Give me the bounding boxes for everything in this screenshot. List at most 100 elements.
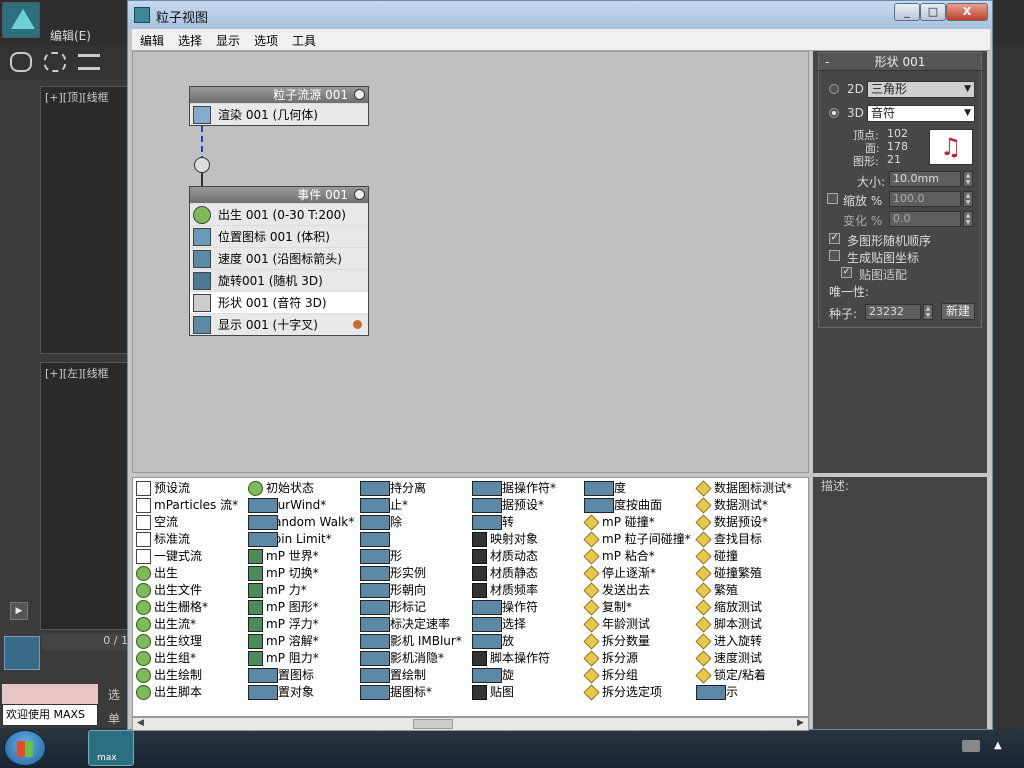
event-input-socket[interactable] (194, 157, 210, 173)
viewport-left[interactable]: [+][左][线框 (40, 362, 130, 630)
scale-checkbox[interactable] (827, 193, 838, 204)
depot-item[interactable]: 保持分离 (359, 480, 462, 497)
op-speed[interactable]: 速度 001 (沿图标箭头) (190, 247, 368, 269)
depot-item[interactable]: 复制* (583, 599, 691, 616)
keyboard-icon[interactable] (962, 740, 980, 752)
depot-item[interactable]: mP 粒子间碰撞* (583, 531, 691, 548)
depot-item[interactable]: 标准流 (135, 531, 238, 548)
depot-item[interactable]: 碰撞繁殖 (695, 565, 792, 582)
depot-item[interactable]: mP 力* (247, 582, 354, 599)
depot-item[interactable]: 摄影机消隐* (359, 650, 462, 667)
bulb-icon[interactable] (354, 189, 365, 200)
menu-select[interactable]: 选择 (178, 32, 202, 49)
viewport-layout-icon[interactable] (4, 636, 40, 670)
event-display-canvas[interactable]: 粒子流源 001 渲染 001 (几何体) 事件 001 出生 001 (0-3… (132, 51, 809, 473)
depot-item[interactable]: 脚本测试 (695, 616, 792, 633)
depot-item[interactable]: 进入旋转 (695, 633, 792, 650)
depot-item[interactable]: 位置对象 (247, 684, 354, 701)
maximize-button[interactable]: □ (920, 3, 946, 21)
depot-item[interactable]: 出生脚本 (135, 684, 238, 701)
window-titlebar[interactable]: 粒子视图 _ □ X (128, 1, 992, 29)
shape-2d-select[interactable]: 三角形 ▼ (867, 81, 975, 98)
depot-item[interactable]: 脚本操作符 (471, 650, 556, 667)
depot-item[interactable]: 数据预设* (471, 497, 556, 514)
menu-edit[interactable]: 编辑 (140, 32, 164, 49)
depot-item[interactable]: Random Walk* (247, 514, 354, 531)
maxscript-mini-listener[interactable]: 欢迎使用 MAXS (2, 704, 98, 726)
multi-random-checkbox[interactable]: ✓ (829, 233, 840, 244)
depot-item[interactable]: 出生流* (135, 616, 238, 633)
depot-item[interactable]: 出生组* (135, 650, 238, 667)
depot-item[interactable]: 删除 (359, 514, 462, 531)
depot-item[interactable]: 图形朝向 (359, 582, 462, 599)
unlink-icon[interactable] (44, 52, 66, 72)
collapse-icon[interactable]: - (825, 53, 829, 71)
close-button[interactable]: X (946, 3, 988, 21)
link-icon[interactable] (10, 52, 32, 72)
depot-horizontal-scrollbar[interactable]: ◀ ▶ (132, 717, 809, 731)
depot-item[interactable]: 材质频率 (471, 582, 556, 599)
bulb-icon[interactable] (354, 89, 365, 100)
depot-item[interactable]: 位置图标 (247, 667, 354, 684)
depot-item[interactable]: mP 世界* (247, 548, 354, 565)
op-shape[interactable]: 形状 001 (音符 3D) (190, 291, 368, 313)
node-source-title[interactable]: 粒子流源 001 (190, 87, 368, 103)
depot-item[interactable]: 速度测试 (695, 650, 792, 667)
depot-item[interactable]: 出生文件 (135, 582, 238, 599)
depot-item[interactable]: 数据图标测试* (695, 480, 792, 497)
depot-item[interactable]: 拆分选定项 (583, 684, 691, 701)
depot-item[interactable]: 数据测试* (695, 497, 792, 514)
size-spinner[interactable]: ▲ ▼ (963, 171, 973, 187)
gen-map-checkbox[interactable] (829, 250, 840, 261)
shape-rollout-header[interactable]: - 形状 001 (819, 53, 981, 71)
depot-item[interactable]: 数据操作符* (471, 480, 556, 497)
taskbar-3dsmax-button[interactable]: max (88, 730, 134, 766)
depot-item[interactable]: 速度按曲面 (583, 497, 691, 514)
menu-display[interactable]: 显示 (216, 32, 240, 49)
minimize-button[interactable]: _ (894, 3, 920, 21)
depot-item[interactable]: BlurWind* (247, 497, 354, 514)
max-menu-edit[interactable]: 编辑(E) (50, 27, 91, 44)
depot-item[interactable]: 数据图标* (359, 684, 462, 701)
depot-item[interactable]: 出生栅格* (135, 599, 238, 616)
depot-item[interactable]: 材质静态 (471, 565, 556, 582)
depot-item[interactable]: 图形标记 (359, 599, 462, 616)
depot-item[interactable]: 繁殖 (695, 582, 792, 599)
menu-options[interactable]: 选项 (254, 32, 278, 49)
seed-field[interactable]: 23232 (865, 304, 921, 320)
depot-item[interactable]: 放置绘制 (359, 667, 462, 684)
viewport-top[interactable]: [+][顶][线框 (40, 86, 130, 354)
depot-item[interactable]: mP 图形* (247, 599, 354, 616)
maxscript-listener-output[interactable] (2, 684, 98, 704)
scroll-left-icon[interactable]: ◀ (137, 718, 144, 728)
radio-2d[interactable] (829, 84, 839, 94)
depot-item[interactable]: 发送出去 (583, 582, 691, 599)
depot-item[interactable]: 贴图 (471, 684, 556, 701)
depot-item[interactable]: 速度 (583, 480, 691, 497)
node-event[interactable]: 事件 001 出生 001 (0-30 T:200) 位置图标 001 (体积)… (189, 186, 369, 336)
depot-item[interactable]: 数据预设* (695, 514, 792, 531)
depot-item[interactable]: 一键式流 (135, 548, 238, 565)
depot-item[interactable]: 缩放测试 (695, 599, 792, 616)
depot-item[interactable]: mP 碰撞* (583, 514, 691, 531)
menu-tools[interactable]: 工具 (292, 32, 316, 49)
depot-item[interactable]: mP 粘合* (583, 548, 691, 565)
radio-3d[interactable] (829, 108, 839, 118)
depot-item[interactable]: mP 阻力* (247, 650, 354, 667)
depot-item[interactable]: 拆分组 (583, 667, 691, 684)
depot-item[interactable]: 缩放 (471, 633, 556, 650)
op-birth[interactable]: 出生 001 (0-30 T:200) (190, 203, 368, 225)
depot-item[interactable]: 年龄测试 (583, 616, 691, 633)
scale-spinner[interactable]: ▲ ▼ (963, 191, 973, 207)
depot-item[interactable]: 出生绘制 (135, 667, 238, 684)
depot-item[interactable]: 图标决定速率 (359, 616, 462, 633)
depot-item[interactable]: 组选择 (471, 616, 556, 633)
depot-item[interactable]: 图形实例 (359, 565, 462, 582)
depot-item[interactable]: Spin Limit* (247, 531, 354, 548)
size-field[interactable]: 10.0mm (889, 171, 961, 187)
depot-item[interactable]: 碰撞 (695, 548, 792, 565)
op-position-icon[interactable]: 位置图标 001 (体积) (190, 225, 368, 247)
scroll-right-icon[interactable]: ▶ (797, 718, 804, 728)
depot-item[interactable]: 材质动态 (471, 548, 556, 565)
tray-up-arrow-icon[interactable]: ▲ (994, 740, 1002, 751)
